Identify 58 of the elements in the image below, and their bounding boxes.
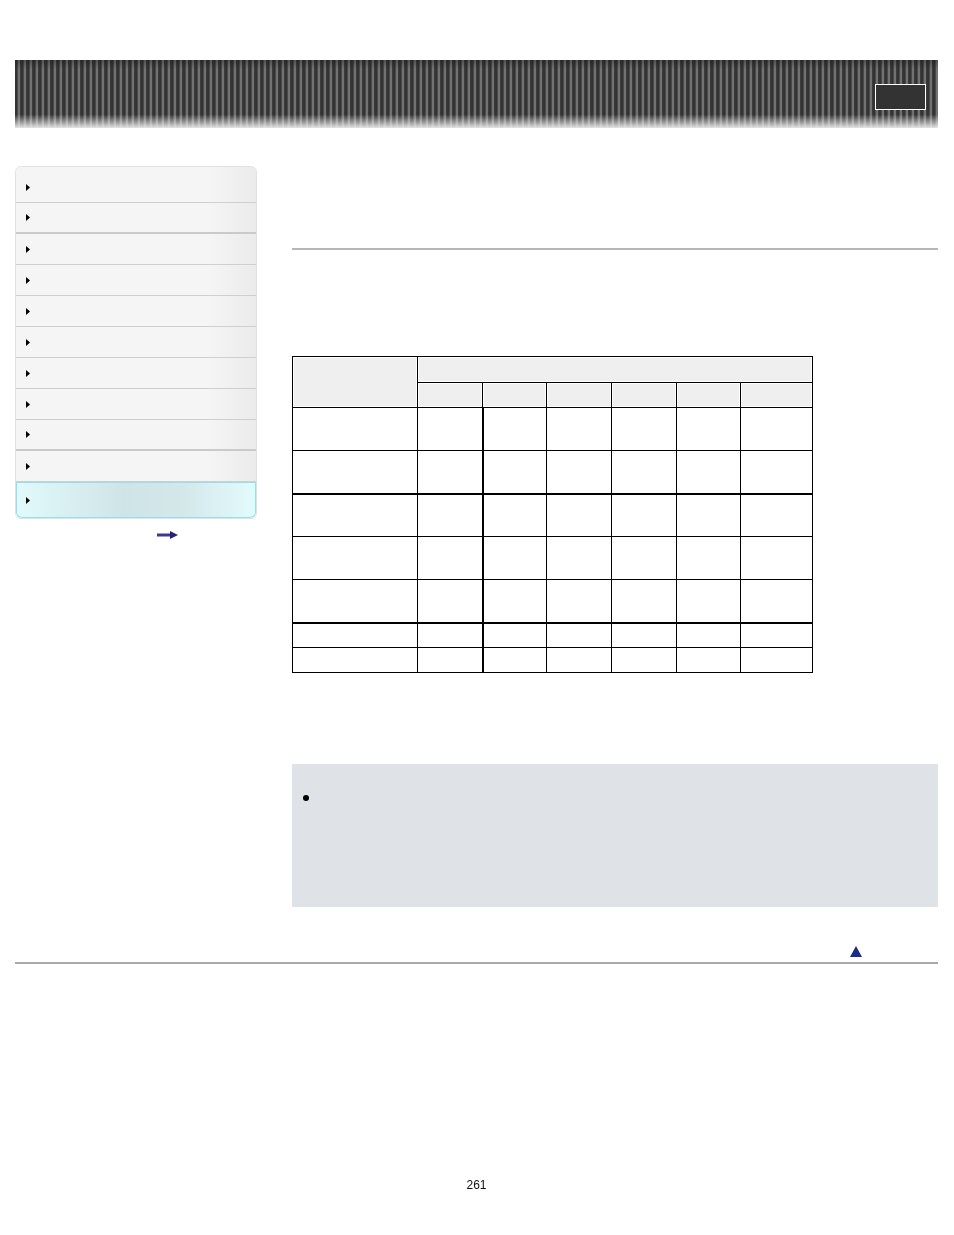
page-number: 261 <box>466 1178 487 1192</box>
sidebar-item[interactable] <box>16 358 256 389</box>
table-cell <box>546 407 612 451</box>
sidebar-item[interactable] <box>16 265 256 296</box>
caret-icon <box>26 496 30 504</box>
table-cell <box>482 647 547 673</box>
table-cell <box>611 407 677 451</box>
caret-icon <box>26 307 30 315</box>
sidebar-item[interactable] <box>16 389 256 420</box>
caret-icon <box>26 183 30 191</box>
bullet-icon <box>303 795 309 801</box>
header-button[interactable] <box>875 84 926 110</box>
table-cell <box>417 407 483 451</box>
table-cell <box>417 622 483 648</box>
table-cell <box>611 622 677 648</box>
sidebar-item[interactable] <box>16 482 256 518</box>
sidebar-item[interactable] <box>16 327 256 358</box>
table-cell <box>417 536 483 580</box>
caret-icon <box>26 276 30 284</box>
table-cell <box>482 536 547 580</box>
table-cell <box>546 622 612 648</box>
arrow-right-icon[interactable] <box>157 531 178 539</box>
table-cell <box>676 622 741 648</box>
table-cell <box>417 493 483 537</box>
table-cell <box>611 450 677 494</box>
table-cell <box>611 536 677 580</box>
sidebar-item[interactable] <box>16 234 256 265</box>
table-cell <box>546 579 612 623</box>
table-cell <box>482 450 547 494</box>
table-cell <box>611 579 677 623</box>
caret-icon <box>26 369 30 377</box>
table-cell <box>546 536 612 580</box>
table-cell <box>482 579 547 623</box>
table-cell <box>482 493 547 537</box>
table-cell <box>676 536 741 580</box>
sidebar-item[interactable] <box>16 203 256 234</box>
table-cell <box>676 450 741 494</box>
table-cell <box>417 450 483 494</box>
caret-icon <box>26 338 30 346</box>
sidebar-item[interactable] <box>16 167 256 203</box>
caret-icon <box>26 245 30 253</box>
table-cell <box>482 622 547 648</box>
caret-icon <box>26 400 30 408</box>
table-cell <box>546 493 612 537</box>
sidebar-item[interactable] <box>16 451 256 482</box>
table-cell <box>546 450 612 494</box>
sidebar-item[interactable] <box>16 420 256 451</box>
caret-icon <box>26 431 30 438</box>
table-cell <box>676 579 741 623</box>
triangle-up-icon[interactable] <box>850 946 862 957</box>
table-cell <box>417 579 483 623</box>
table-cell <box>676 493 741 537</box>
caret-icon <box>26 214 30 221</box>
caret-icon <box>26 462 30 470</box>
table-cell <box>482 407 547 451</box>
table-cell <box>676 407 741 451</box>
table-cell <box>611 493 677 537</box>
sidebar-item[interactable] <box>16 296 256 327</box>
